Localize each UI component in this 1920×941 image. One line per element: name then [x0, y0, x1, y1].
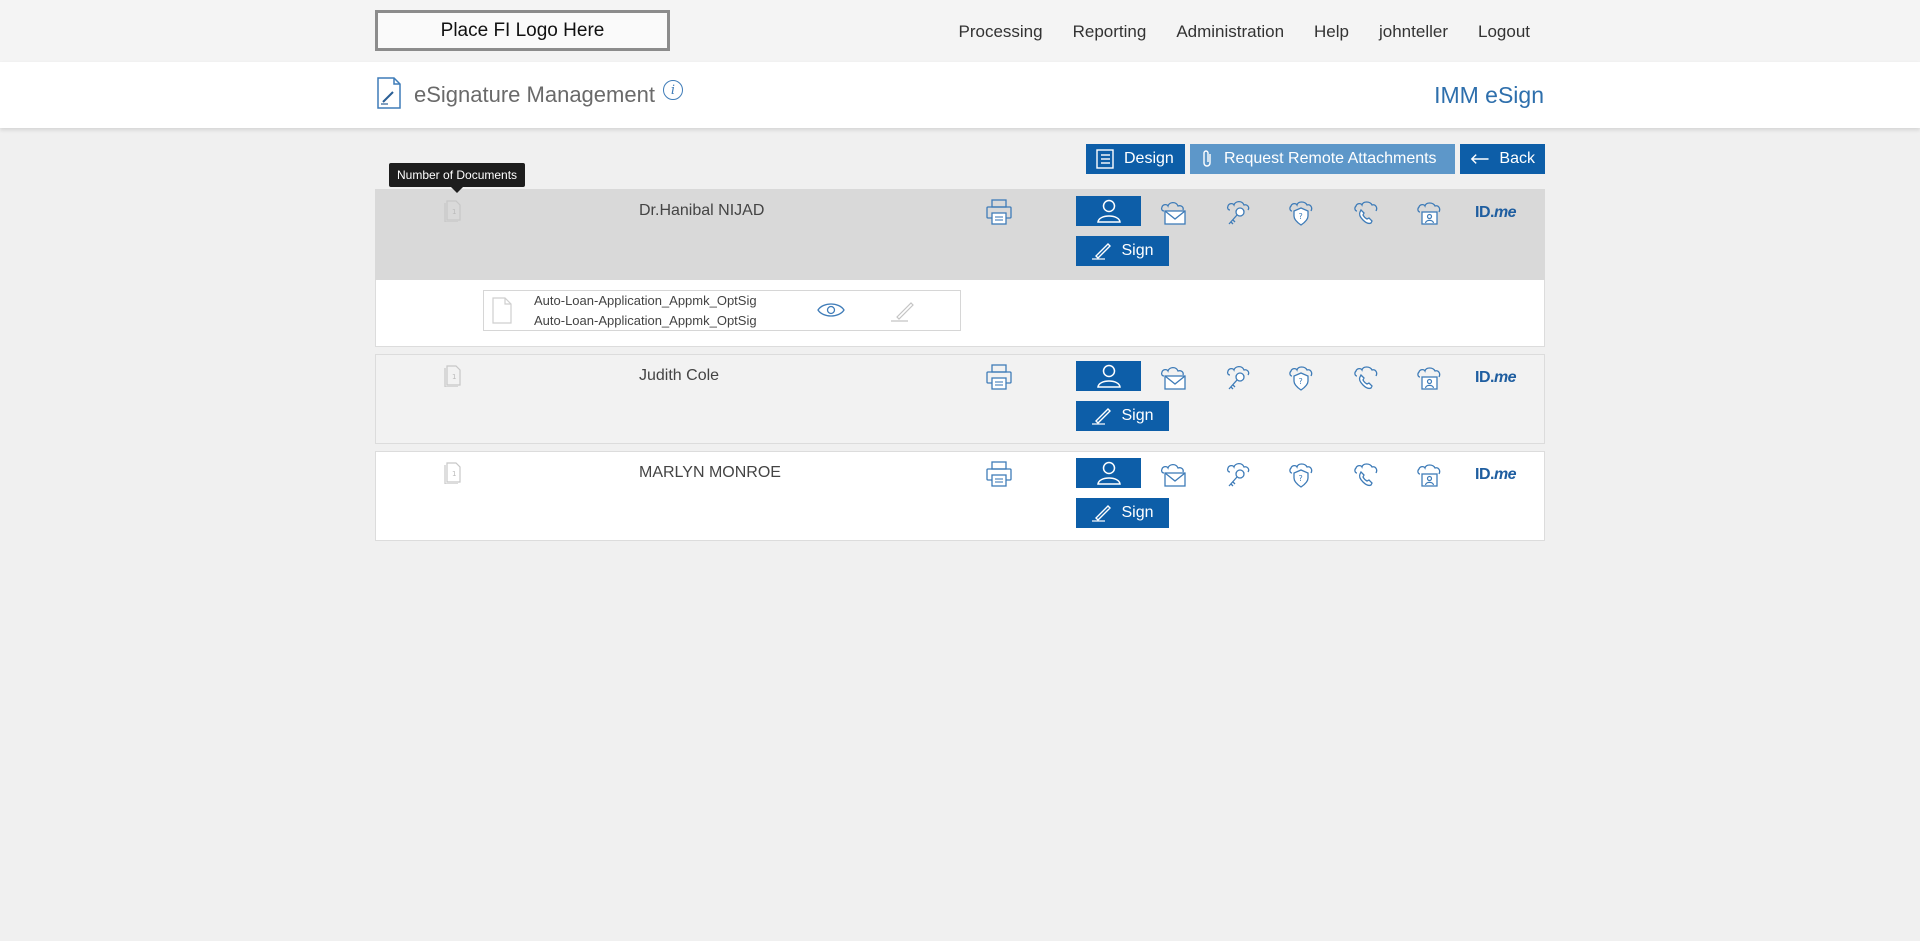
signer-row: 1 MARLYN MONROE ? ID.me Sign [375, 451, 1545, 541]
person-icon [1096, 461, 1121, 485]
person-icon [1096, 364, 1121, 388]
signer-name: MARLYN MONROE [639, 464, 781, 481]
document-name-secondary: Auto-Loan-Application_Appmk_OptSig [534, 313, 757, 328]
request-remote-attachments-label: Request Remote Attachments [1224, 150, 1437, 167]
nav-user[interactable]: johnteller [1379, 22, 1448, 42]
pen-icon [1092, 243, 1112, 260]
sign-document-pen-icon[interactable] [888, 299, 918, 323]
idme-prefix: ID. [1475, 204, 1494, 221]
phone-auth-icon[interactable] [1350, 198, 1380, 228]
in-person-auth-button[interactable] [1076, 361, 1141, 391]
fi-logo-placeholder[interactable]: Place FI Logo Here [375, 10, 670, 51]
svg-text:?: ? [1299, 474, 1303, 483]
page-title: eSignature Management [414, 82, 655, 107]
nav-administration[interactable]: Administration [1176, 22, 1284, 42]
design-label: Design [1124, 150, 1174, 167]
svg-text:?: ? [1299, 377, 1303, 386]
app-name: IMM eSign [1434, 82, 1544, 108]
idme-suffix: me [1493, 466, 1517, 483]
logo-text: Place FI Logo Here [440, 19, 605, 41]
pen-icon [1092, 408, 1112, 425]
person-icon [1096, 199, 1121, 223]
signer-row: 1 Dr.Hanibal NIJAD ? ID.me Sign [375, 189, 1545, 280]
signer-name: Judith Cole [639, 367, 720, 384]
idme-prefix: ID. [1475, 466, 1494, 483]
top-header: Place FI Logo Here Processing Reporting … [0, 0, 1920, 62]
sign-button[interactable]: Sign [1076, 401, 1169, 431]
arrow-left-icon [1470, 154, 1489, 164]
nav-help[interactable]: Help [1314, 22, 1349, 42]
document-count-icon[interactable]: 1 [443, 363, 463, 387]
security-question-auth-icon[interactable]: ? [1286, 460, 1316, 490]
sign-button[interactable]: Sign [1076, 498, 1169, 528]
eye-icon[interactable] [817, 301, 845, 319]
svg-text:?: ? [1299, 212, 1303, 221]
doc-count-value: 1 [452, 470, 456, 478]
email-auth-icon[interactable] [1158, 198, 1188, 228]
back-button[interactable]: Back [1460, 144, 1545, 174]
document-count-icon[interactable]: 1 [443, 198, 463, 222]
print-icon[interactable] [985, 460, 1013, 488]
in-person-auth-button[interactable] [1076, 196, 1141, 226]
key-auth-icon[interactable] [1222, 198, 1252, 228]
info-icon[interactable]: i [663, 80, 683, 100]
document-name: Auto-Loan-Application_Appmk_OptSig [534, 293, 757, 308]
paperclip-icon [1203, 150, 1211, 167]
key-auth-icon[interactable] [1222, 363, 1252, 393]
cloud-id-auth-icon[interactable] [1414, 198, 1444, 228]
email-auth-icon[interactable] [1158, 363, 1188, 393]
esignature-document-icon [377, 77, 401, 109]
idme-auth-button[interactable]: ID.me [1475, 369, 1517, 387]
idme-auth-button[interactable]: ID.me [1475, 466, 1517, 484]
nav-reporting[interactable]: Reporting [1073, 22, 1147, 42]
number-of-documents-tooltip: Number of Documents [389, 163, 526, 193]
security-question-auth-icon[interactable]: ? [1286, 198, 1316, 228]
cloud-id-auth-icon[interactable] [1414, 460, 1444, 490]
idme-suffix: me [1493, 369, 1517, 386]
idme-suffix: me [1493, 204, 1517, 221]
back-label: Back [1499, 150, 1535, 167]
phone-auth-icon[interactable] [1350, 363, 1380, 393]
document-count-icon[interactable]: 1 [443, 460, 463, 484]
sign-label: Sign [1121, 504, 1154, 521]
print-icon[interactable] [985, 198, 1013, 226]
page-header: eSignature Management i IMM eSign [0, 62, 1920, 128]
phone-auth-icon[interactable] [1350, 460, 1380, 490]
print-icon[interactable] [985, 363, 1013, 391]
idme-prefix: ID. [1475, 369, 1494, 386]
signer-row: 1 Judith Cole ? ID.me Sign [375, 354, 1545, 444]
nav-logout[interactable]: Logout [1478, 22, 1530, 42]
signer-name: Dr.Hanibal NIJAD [639, 202, 765, 219]
sign-button[interactable]: Sign [1076, 236, 1169, 266]
key-auth-icon[interactable] [1222, 460, 1252, 490]
doc-count-value: 1 [452, 208, 456, 216]
request-remote-attachments-button[interactable]: Request Remote Attachments [1190, 144, 1455, 174]
email-auth-icon[interactable] [1158, 460, 1188, 490]
design-button[interactable]: Design [1086, 144, 1185, 174]
document-list: Auto-Loan-Application_Appmk_OptSig Auto-… [375, 280, 1545, 347]
main-nav: Processing Reporting Administration Help… [928, 22, 1530, 42]
pen-icon [1092, 505, 1112, 522]
nav-processing[interactable]: Processing [958, 22, 1042, 42]
design-list-icon [1096, 149, 1114, 169]
in-person-auth-button[interactable] [1076, 458, 1141, 488]
sign-label: Sign [1121, 407, 1154, 424]
security-question-auth-icon[interactable]: ? [1286, 363, 1316, 393]
cloud-id-auth-icon[interactable] [1414, 363, 1444, 393]
file-icon [492, 297, 512, 324]
sign-label: Sign [1121, 242, 1154, 259]
doc-count-value: 1 [452, 373, 456, 381]
idme-auth-button[interactable]: ID.me [1475, 204, 1517, 222]
document-card[interactable]: Auto-Loan-Application_Appmk_OptSig Auto-… [483, 290, 961, 331]
